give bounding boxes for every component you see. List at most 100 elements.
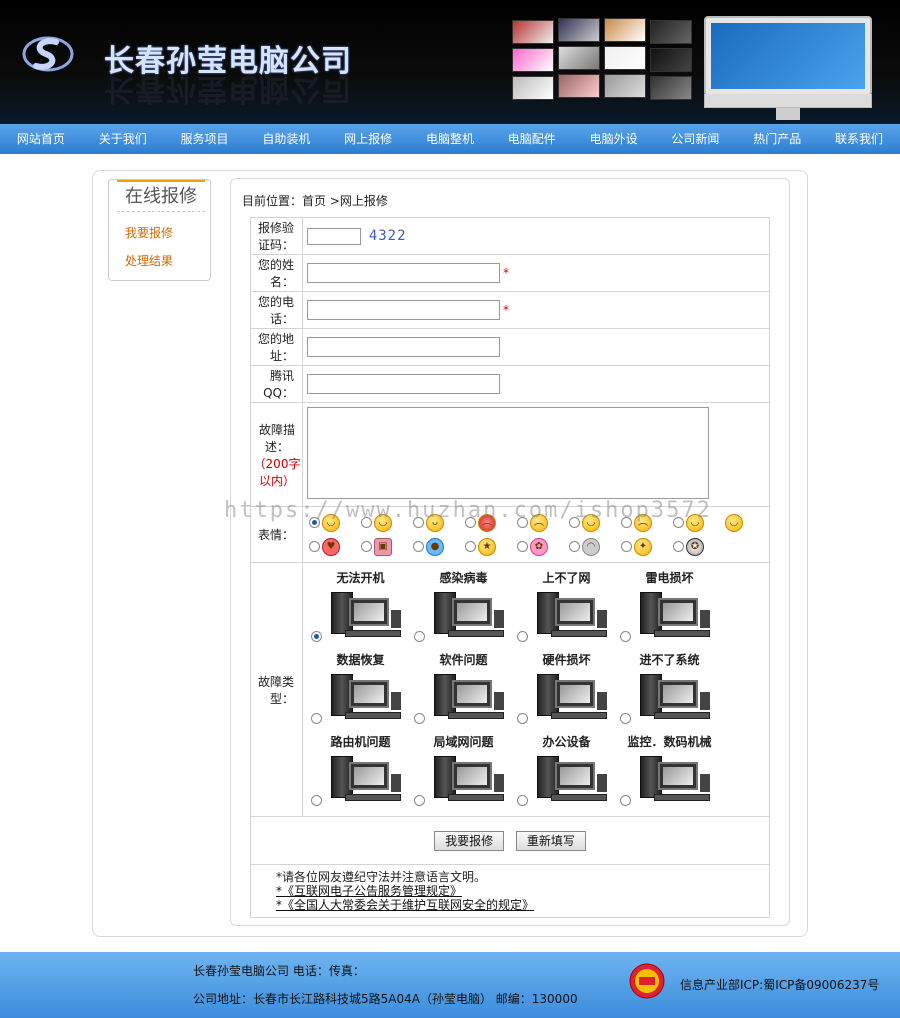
address-input[interactable] [307,337,500,357]
computer-icon [434,755,510,804]
nav-item-about[interactable]: 关于我们 [82,124,164,154]
emotion-radio[interactable] [413,541,424,552]
sidebar: 在线报修 我要报修 处理结果 [108,179,211,281]
footer-address: 公司地址：长春市长江路科技城5路5A04A（孙莹电脑） 邮编：130000 [193,992,578,1006]
computer-icon [434,673,510,722]
fault-type-label: 故障类型： [250,562,303,817]
nav-item-services[interactable]: 服务项目 [164,124,246,154]
link-bbs-regulation[interactable]: *《互联网电子公告服务管理规定》 [276,884,462,898]
fault-type-radio[interactable] [414,630,425,642]
watermark-text: https://www.huzhan.com/ishop3572 [224,498,712,523]
fault-type-radio[interactable] [517,712,528,724]
fault-type-option[interactable]: 雷电损坏 [618,570,721,646]
nav-item-complete-pc[interactable]: 电脑整机 [409,124,491,154]
fault-type-title: 上不了网 [542,570,591,585]
fault-type-radio[interactable] [414,712,425,724]
computer-icon [434,591,510,640]
repair-form: 报修验证码： 4322 您的姓名： * 您的电话： * 您的地址： 腾讯QQ： … [250,217,770,918]
breadcrumb-label: 目前位置： [242,194,303,208]
description-textarea[interactable] [307,407,709,499]
phone-input[interactable] [307,300,500,320]
police-badge-icon [629,963,665,999]
fault-type-option[interactable]: 上不了网 [515,570,618,646]
fault-type-radio[interactable] [620,794,631,806]
name-input[interactable] [307,263,500,283]
star-icon: ★ [478,537,496,556]
fault-type-option[interactable]: 软件问题 [412,652,515,728]
nav-item-diy-build[interactable]: 自助装机 [245,124,327,154]
captcha-image[interactable]: 4322 [369,228,407,244]
description-label: 故障描述： [258,422,295,454]
computer-icon [537,673,613,722]
banner-collage [510,16,700,106]
description-label-cell: 故障描述： （200字以内） [250,402,303,507]
computer-icon [640,591,716,640]
fault-type-radio[interactable] [517,794,528,806]
company-logo-icon [22,36,74,72]
fault-type-radio[interactable] [414,794,425,806]
description-hint: （200字以内） [253,456,301,488]
fault-type-title: 无法开机 [336,570,385,585]
nav-item-home[interactable]: 网站首页 [0,124,82,154]
sidebar-link-results[interactable]: 处理结果 [125,252,173,269]
computer-icon [331,591,407,640]
link-internet-security-regulation[interactable]: *《全国人大常委会关于维护互联网安全的规定》 [276,898,534,912]
submit-button[interactable]: 我要报修 [434,830,505,851]
fault-type-option[interactable]: 路由机问题 [309,734,412,810]
fault-type-radio[interactable] [620,712,631,724]
fault-type-option[interactable]: 办公设备 [515,734,618,810]
computer-icon [331,755,407,804]
qq-label: 腾讯QQ： [250,365,303,403]
fault-type-title: 监控．数码机械 [627,734,712,749]
emotion-radio[interactable] [673,541,684,552]
emotion-radio[interactable] [621,541,632,552]
fault-type-title: 数据恢复 [336,652,385,667]
notes: *请各位网友遵纪守法并注意语言文明。 *《互联网电子公告服务管理规定》 *《全国… [252,866,768,916]
fault-type-option[interactable]: 监控．数码机械 [618,734,721,810]
required-mark: * [503,302,509,317]
fault-type-option[interactable]: 感染病毒 [412,570,515,646]
qq-input[interactable] [307,374,500,394]
fault-type-option[interactable]: 无法开机 [309,570,412,646]
fault-type-title: 进不了系统 [639,652,700,667]
fault-type-radio[interactable] [311,712,322,724]
fault-type-option[interactable]: 进不了系统 [618,652,721,728]
name-label: 您的姓名： [250,254,303,292]
reset-button[interactable]: 重新填写 [515,830,586,851]
fault-type-option[interactable]: 硬件损坏 [515,652,618,728]
emotion-radio[interactable] [517,541,528,552]
fault-type-title: 局域网问题 [433,734,494,749]
banner-monitor-image [704,16,872,122]
fault-type-radio[interactable] [517,630,528,642]
computer-icon [331,673,407,722]
captcha-label: 报修验证码： [250,217,303,255]
soccer-icon: ✪ [686,537,704,556]
emotion-radio[interactable] [465,541,476,552]
fault-type-option[interactable]: 局域网问题 [412,734,515,810]
captcha-input[interactable] [307,227,361,245]
fault-type-title: 感染病毒 [439,570,488,585]
emotion-radio[interactable] [309,541,320,552]
nav-item-online-repair[interactable]: 网上报修 [327,124,409,154]
shy-icon: ◡ [725,513,743,532]
nav-item-hot-products[interactable]: 热门产品 [736,124,818,154]
nav-item-contact[interactable]: 联系我们 [818,124,900,154]
note-civility: *请各位网友遵纪守法并注意语言文明。 [276,870,487,884]
sidebar-link-report[interactable]: 我要报修 [125,224,173,241]
icp-record[interactable]: 信息产业部ICP:蜀ICP备09006237号 [680,976,879,993]
fault-type-radio[interactable] [620,630,631,642]
fault-type-option[interactable]: 数据恢复 [309,652,412,728]
fault-type-title: 路由机问题 [330,734,391,749]
nav-item-components[interactable]: 电脑配件 [491,124,573,154]
nav-item-peripherals[interactable]: 电脑外设 [573,124,655,154]
fault-type-radio[interactable] [311,630,322,642]
computer-icon [640,673,716,722]
fault-type-radio[interactable] [311,794,322,806]
address-label: 您的地址： [250,328,303,366]
nav-item-news[interactable]: 公司新闻 [655,124,737,154]
breadcrumb-home[interactable]: 首页 [302,194,326,208]
gift-icon: ▣ [374,537,392,556]
fault-type-grid: 无法开机 感染病毒 上不了网 雷电损坏数据恢复 软件问题 硬件损坏 进不了系统路由机问题 局域… [303,564,769,816]
emotion-radio[interactable] [361,541,372,552]
emotion-radio[interactable] [569,541,580,552]
